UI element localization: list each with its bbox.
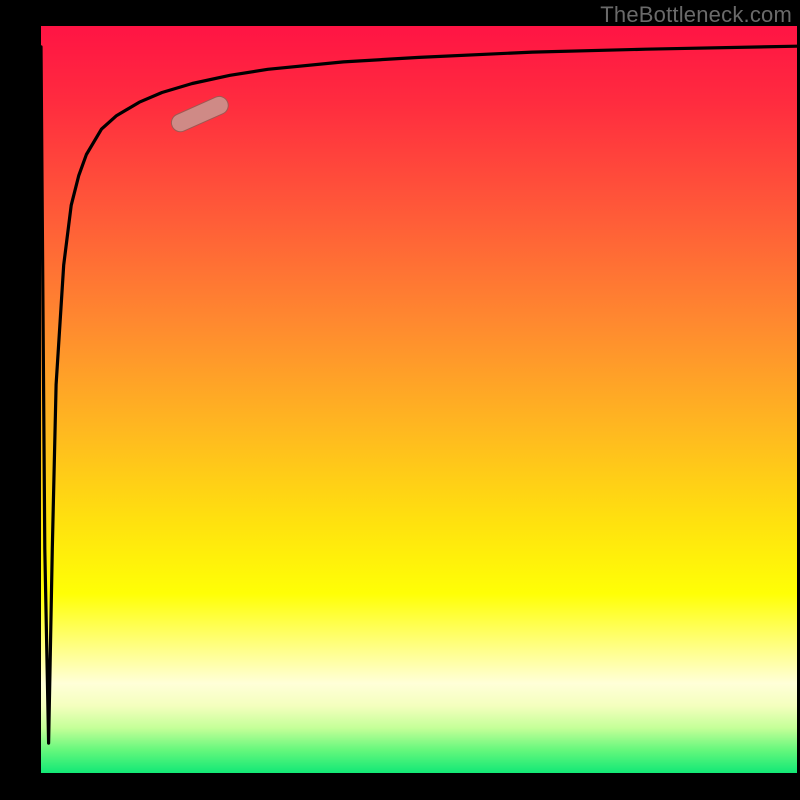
watermark-text: TheBottleneck.com xyxy=(600,2,792,28)
chart-frame: TheBottleneck.com xyxy=(0,0,800,800)
plot-area xyxy=(41,26,797,773)
